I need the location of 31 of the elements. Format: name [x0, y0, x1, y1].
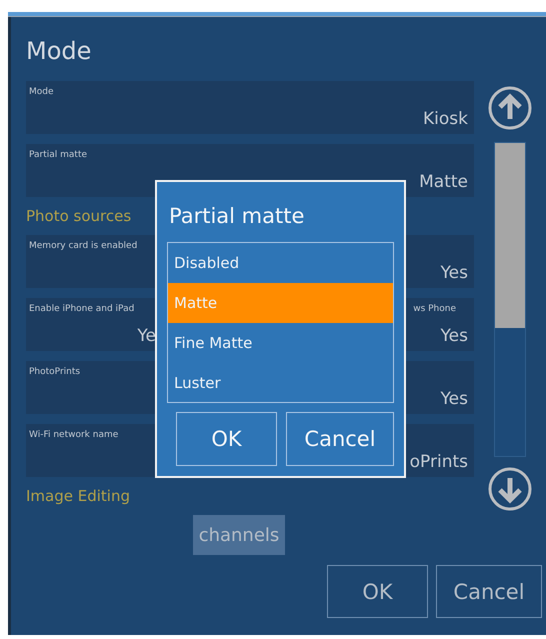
section-heading: Photo sources — [26, 206, 132, 227]
popup-button[interactable]: Cancel — [286, 412, 394, 466]
setting-value: Yes — [440, 263, 468, 283]
scrollbar-track[interactable] — [494, 142, 526, 457]
setting-label: Enable iPhone and iPad — [29, 304, 134, 314]
popup-button[interactable]: OK — [176, 412, 277, 466]
setting-value: Ye — [137, 326, 156, 346]
setting-value: Kiosk — [423, 109, 468, 129]
setting-value: oPrints — [410, 452, 468, 472]
page-title: Mode — [26, 36, 92, 67]
setting-label: PhotoPrints — [29, 367, 80, 377]
option-item[interactable]: Fine Matte — [168, 323, 393, 363]
setting-value: Yes — [440, 326, 468, 346]
dialog-button[interactable]: OK — [327, 565, 428, 618]
scroll-down-icon[interactable] — [488, 467, 532, 511]
setting-row[interactable]: Mode Kiosk — [26, 81, 474, 134]
setting-label: Partial matte — [29, 150, 88, 160]
option-item[interactable]: Disabled — [168, 243, 393, 283]
dialog-button[interactable]: Cancel — [436, 565, 542, 618]
setting-label: ws Phone — [413, 304, 456, 314]
setting-value: Yes — [440, 389, 468, 409]
setting-value: Matte — [419, 172, 468, 192]
scroll-up-icon[interactable] — [488, 86, 532, 130]
setting-label: Wi-Fi network name — [29, 430, 118, 440]
setting-label: Mode — [29, 87, 54, 97]
dialog-title: Partial matte — [169, 203, 306, 230]
scrollbar-thumb[interactable] — [495, 143, 525, 328]
channels-button[interactable]: channels — [192, 515, 286, 555]
setting-label: Memory card is enabled — [29, 241, 138, 251]
section-heading: Image Editing — [26, 486, 130, 507]
option-item[interactable]: Luster — [168, 363, 393, 403]
